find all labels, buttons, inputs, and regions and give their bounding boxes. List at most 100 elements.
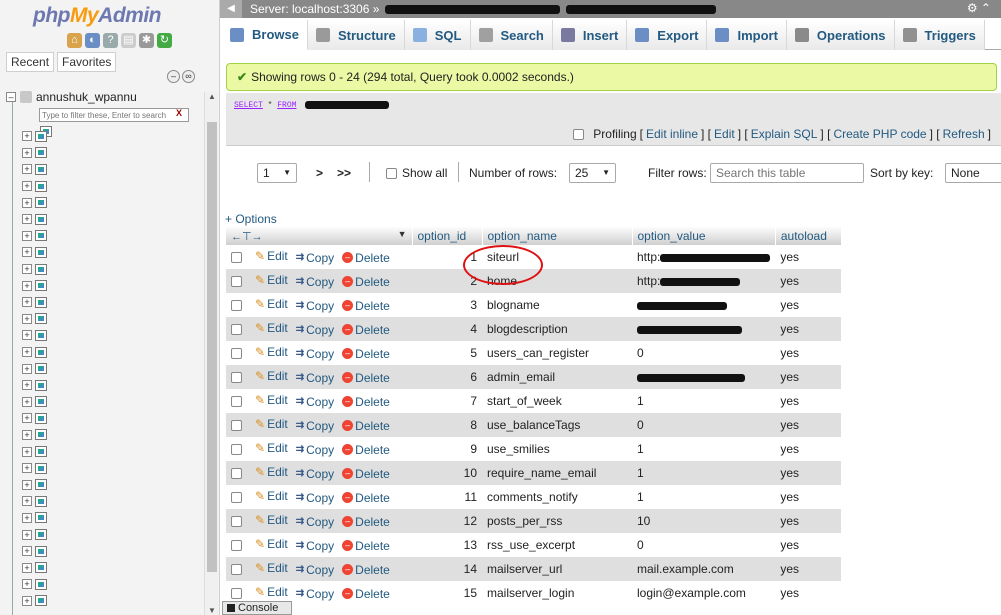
sort-by-key-select[interactable]: None: [945, 163, 1001, 183]
table-icon[interactable]: [35, 529, 47, 541]
edit-row-link[interactable]: ✎ Edit: [255, 249, 288, 263]
table-icon[interactable]: [35, 479, 47, 491]
row-checkbox[interactable]: [231, 419, 242, 431]
row-checkbox[interactable]: [231, 539, 242, 551]
copy-row-link[interactable]: ⇉ Copy: [296, 395, 334, 409]
copy-row-link[interactable]: ⇉ Copy: [296, 443, 334, 457]
expand-icon[interactable]: +: [22, 347, 32, 358]
table-icon[interactable]: [35, 446, 47, 458]
help-icon[interactable]: ?: [103, 33, 118, 48]
scroll-down-icon[interactable]: ▼: [208, 606, 216, 615]
tab-search[interactable]: Search: [470, 20, 553, 50]
nav-table-item[interactable]: +: [22, 510, 47, 527]
option-name-cell[interactable]: users_can_register: [482, 341, 632, 365]
tab-structure[interactable]: Structure: [307, 20, 405, 50]
last-page-button[interactable]: >>: [337, 166, 351, 180]
option-name-cell[interactable]: start_of_week: [482, 389, 632, 413]
explain-sql-link[interactable]: Explain SQL: [751, 127, 818, 141]
expand-icon[interactable]: +: [22, 546, 32, 557]
header-dropdown-icon[interactable]: ▼: [398, 229, 407, 239]
row-checkbox[interactable]: [231, 515, 242, 527]
delete-row-link[interactable]: – Delete: [342, 395, 390, 409]
expand-icon[interactable]: +: [22, 264, 32, 275]
edit-row-link[interactable]: ✎ Edit: [255, 369, 288, 383]
table-icon[interactable]: [35, 396, 47, 408]
expand-icon[interactable]: +: [22, 529, 32, 540]
options-link[interactable]: + Options: [225, 212, 277, 226]
nav-table-item[interactable]: +: [22, 294, 47, 311]
option-id-cell[interactable]: 13: [412, 533, 482, 557]
delete-row-link[interactable]: – Delete: [342, 467, 390, 481]
autoload-cell[interactable]: yes: [775, 317, 842, 341]
table-icon[interactable]: [35, 246, 47, 258]
table-icon[interactable]: [35, 329, 47, 341]
table-icon[interactable]: [35, 230, 47, 242]
column-header-option-name[interactable]: option_name: [482, 226, 633, 245]
nav-scrollbar[interactable]: ▲ ▼: [204, 92, 218, 615]
option-name-cell[interactable]: comments_notify: [482, 485, 632, 509]
expand-icon[interactable]: +: [22, 247, 32, 258]
database-node[interactable]: – annushuk_wpannu: [6, 90, 137, 104]
favorites-tab[interactable]: Favorites: [57, 52, 117, 72]
option-value-cell[interactable]: 1: [632, 461, 776, 485]
option-value-cell[interactable]: 1: [632, 389, 776, 413]
delete-row-link[interactable]: – Delete: [342, 419, 390, 433]
delete-row-link[interactable]: – Delete: [342, 371, 390, 385]
copy-row-link[interactable]: ⇉ Copy: [296, 347, 334, 361]
option-value-cell[interactable]: [632, 293, 776, 317]
nav-table-item[interactable]: +: [22, 476, 47, 493]
option-id-cell[interactable]: 7: [412, 389, 482, 413]
nav-table-item[interactable]: +: [22, 427, 47, 444]
table-icon[interactable]: [35, 147, 47, 159]
expand-icon[interactable]: +: [22, 496, 32, 507]
table-icon[interactable]: [35, 545, 47, 557]
expand-icon[interactable]: +: [22, 147, 32, 158]
edit-row-link[interactable]: ✎ Edit: [255, 345, 288, 359]
expand-icon[interactable]: +: [22, 197, 32, 208]
table-icon[interactable]: [35, 412, 47, 424]
autoload-cell[interactable]: yes: [775, 293, 842, 317]
edit-row-link[interactable]: ✎ Edit: [255, 489, 288, 503]
option-id-cell[interactable]: 6: [412, 365, 482, 389]
table-icon[interactable]: [35, 296, 47, 308]
phpmyadmin-logo[interactable]: phpMyAdmin: [33, 4, 161, 28]
sql-query[interactable]: SELECT * FROM: [234, 101, 390, 110]
delete-row-link[interactable]: – Delete: [342, 323, 390, 337]
console-toggle[interactable]: Console: [222, 601, 292, 615]
expand-icon[interactable]: +: [22, 181, 32, 192]
tab-import[interactable]: Import: [707, 20, 787, 50]
nav-table-item[interactable]: +: [22, 576, 47, 593]
docs-icon[interactable]: ▤: [121, 33, 136, 48]
expand-icon[interactable]: +: [22, 562, 32, 573]
autoload-cell[interactable]: yes: [775, 533, 842, 557]
copy-row-link[interactable]: ⇉ Copy: [296, 467, 334, 481]
edit-row-link[interactable]: ✎ Edit: [255, 321, 288, 335]
nav-table-item[interactable]: +: [22, 311, 47, 328]
expand-icon[interactable]: +: [22, 479, 32, 490]
filter-rows-input[interactable]: [710, 163, 864, 183]
expand-icon[interactable]: +: [22, 363, 32, 374]
option-id-cell[interactable]: 3: [412, 293, 482, 317]
nav-table-item[interactable]: +: [22, 277, 47, 294]
row-checkbox[interactable]: [231, 443, 242, 455]
nav-table-item[interactable]: +: [22, 377, 47, 394]
back-arrow-icon[interactable]: ◀: [220, 0, 242, 18]
autoload-cell[interactable]: yes: [775, 509, 842, 533]
edit-row-link[interactable]: ✎ Edit: [255, 537, 288, 551]
copy-row-link[interactable]: ⇉ Copy: [296, 299, 334, 313]
copy-row-link[interactable]: ⇉ Copy: [296, 515, 334, 529]
option-name-cell[interactable]: blogname: [482, 293, 632, 317]
nav-table-item[interactable]: +: [22, 194, 47, 211]
row-checkbox[interactable]: [231, 323, 242, 335]
nav-table-item[interactable]: +: [22, 460, 47, 477]
row-checkbox[interactable]: [231, 275, 242, 287]
table-icon[interactable]: [35, 180, 47, 192]
option-id-cell[interactable]: 15: [412, 581, 482, 605]
expand-icon[interactable]: +: [22, 131, 32, 142]
edit-inline-link[interactable]: Edit inline: [646, 127, 698, 141]
expand-icon[interactable]: +: [22, 280, 32, 291]
nav-table-item[interactable]: +: [22, 344, 47, 361]
column-header-option-id[interactable]: option_id: [412, 226, 483, 245]
table-icon[interactable]: [35, 512, 47, 524]
edit-row-link[interactable]: ✎ Edit: [255, 513, 288, 527]
